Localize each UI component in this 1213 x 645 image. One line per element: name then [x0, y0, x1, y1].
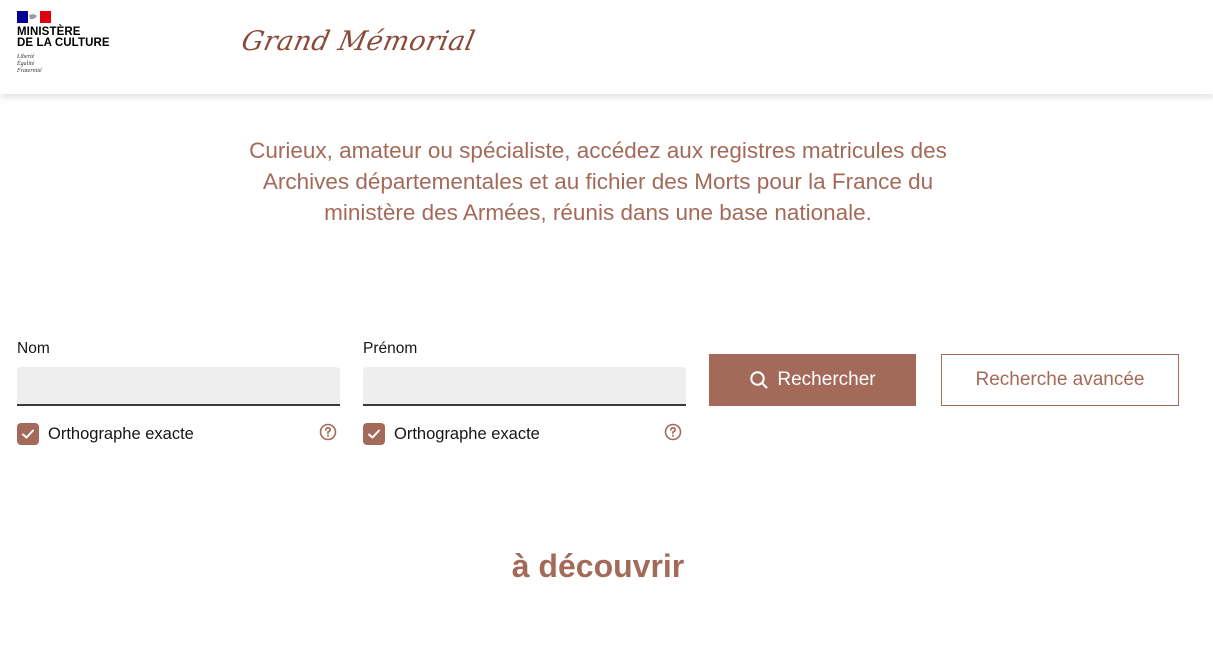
ministry-logo-text[interactable]: MINISTÈRE DE LA CULTURE: [17, 26, 110, 49]
republic-motto: Liberté Égalité Fraternité: [17, 54, 42, 75]
motto-egalite: Égalité: [17, 61, 35, 67]
prenom-input[interactable]: [363, 367, 686, 406]
nom-label: Nom: [17, 340, 50, 357]
intro-text: Curieux, amateur ou spécialiste, accédez…: [249, 138, 947, 225]
advanced-search-button[interactable]: Recherche avancée: [941, 354, 1179, 406]
motto-fraternite: Fraternité: [17, 68, 42, 74]
help-circle-icon[interactable]: [319, 423, 337, 441]
discover-heading: à découvrir: [511, 548, 685, 584]
ministry-line-2: DE LA CULTURE: [17, 37, 110, 49]
advanced-search-label: Recherche avancée: [975, 369, 1145, 390]
prenom-label: Prénom: [363, 340, 418, 357]
nom-exact-spelling-checkbox[interactable]: Orthographe exacte: [17, 423, 337, 447]
prenom-exact-label: Orthographe exacte: [394, 425, 540, 443]
help-circle-icon[interactable]: [664, 423, 682, 441]
search-button[interactable]: Rechercher: [709, 354, 916, 406]
site-brand-logo[interactable]: Grand Mémorial: [239, 26, 478, 57]
nom-input[interactable]: [17, 367, 340, 406]
check-icon: [368, 429, 380, 439]
prenom-exact-checkbox-box[interactable]: [363, 423, 385, 445]
search-icon: [750, 371, 768, 389]
search-button-label: Rechercher: [777, 369, 876, 390]
motto-liberte: Liberté: [17, 54, 35, 60]
site-header: MINISTÈRE DE LA CULTURE Liberté Égalité …: [0, 0, 1213, 94]
prenom-exact-spelling-checkbox[interactable]: Orthographe exacte: [363, 423, 683, 447]
nom-exact-label: Orthographe exacte: [48, 425, 194, 443]
nom-exact-checkbox-box[interactable]: [17, 423, 39, 445]
marianne-flag-icon: [17, 11, 51, 23]
check-icon: [22, 429, 34, 439]
